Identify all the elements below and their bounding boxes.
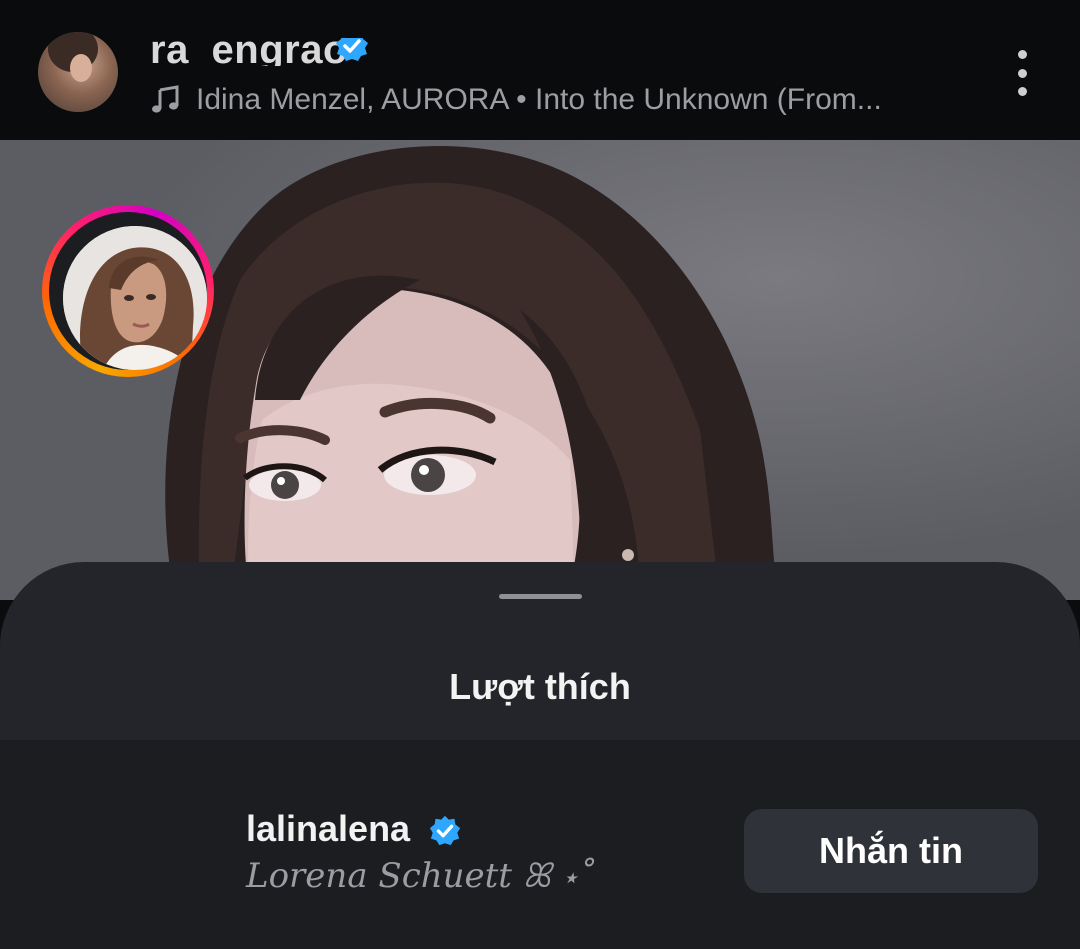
sheet-drag-handle[interactable]	[499, 594, 582, 599]
liker-full-name: Lorena Schuett ꕤ ⋆˚	[246, 856, 595, 896]
avatar-face-shape	[70, 54, 92, 82]
more-options-icon[interactable]	[1010, 50, 1034, 96]
music-note-icon	[152, 85, 179, 113]
verified-badge-icon	[334, 38, 370, 64]
post-author-avatar[interactable]	[38, 32, 118, 112]
message-button[interactable]: Nhắn tin	[744, 809, 1038, 893]
post-photo[interactable]	[0, 140, 1080, 600]
liker-username[interactable]: lalinalena	[246, 808, 410, 850]
music-track-text: Idina Menzel, AURORA • Into the Unknown …	[196, 83, 882, 116]
post-header: ra_engrao Idina Menzel, AURORA • Into th…	[0, 0, 1080, 140]
music-info[interactable]: Idina Menzel, AURORA • Into the Unknown …	[150, 80, 882, 120]
verified-badge-icon	[428, 814, 462, 848]
sheet-title: Lượt thích	[449, 666, 631, 707]
liker-avatar	[63, 226, 207, 370]
liker-avatar-story-ring[interactable]	[42, 205, 214, 377]
post-author-username[interactable]: ra_engrao	[150, 22, 348, 66]
portrait-illustration	[0, 140, 1080, 600]
